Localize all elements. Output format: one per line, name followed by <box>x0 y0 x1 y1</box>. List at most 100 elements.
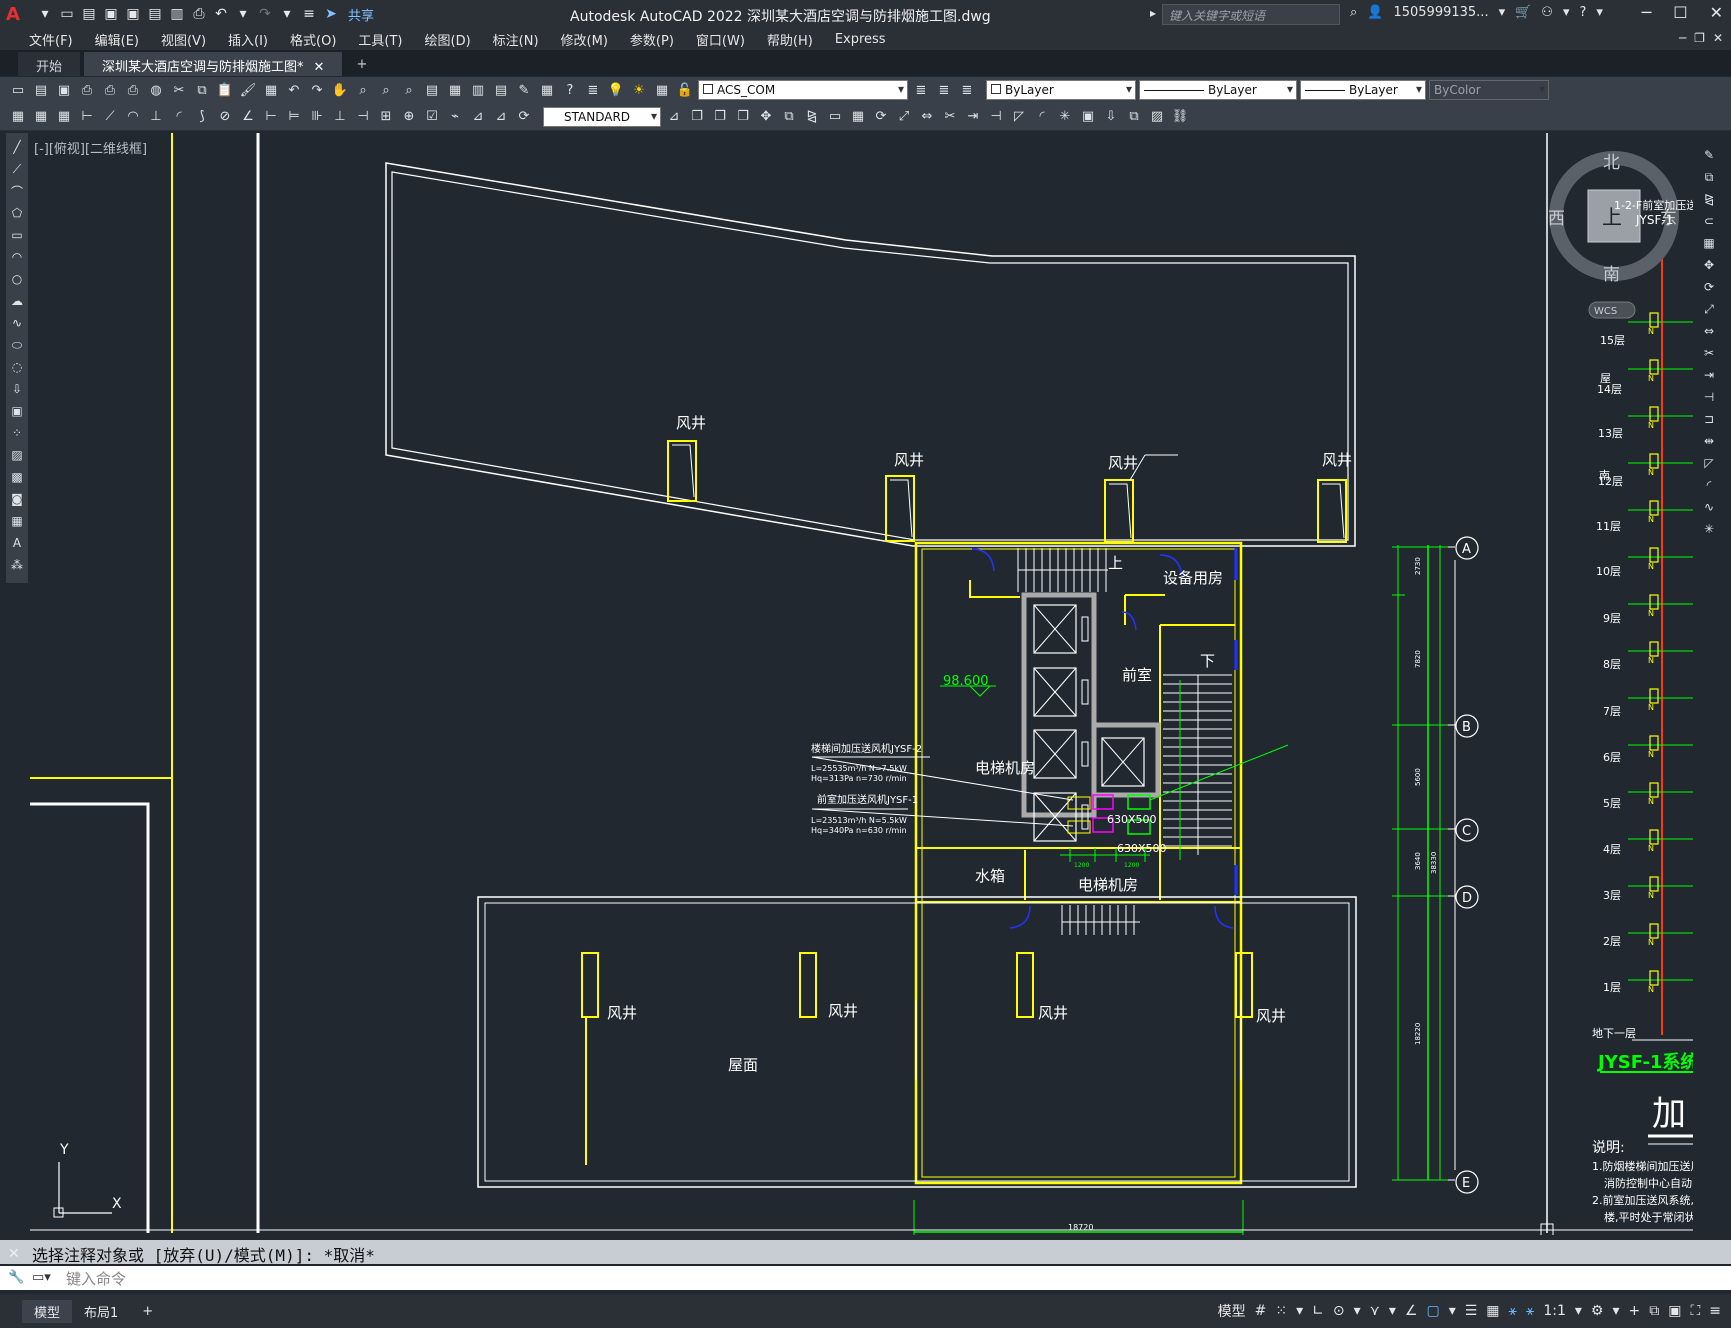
add-layout-icon[interactable]: + <box>130 1302 165 1321</box>
break-icon[interactable]: ⊐ <box>1699 409 1719 429</box>
markup-icon[interactable]: ✎ <box>514 80 534 100</box>
redo-icon[interactable]: ↷ <box>256 5 274 23</box>
menu-item-5[interactable]: 工具(T) <box>347 30 413 49</box>
hyperlink-icon[interactable]: ⛓ <box>1170 107 1190 127</box>
chevron-down-icon[interactable]: ▾ <box>1563 5 1570 20</box>
plotstyle-dropdown[interactable]: ByColor <box>1429 80 1549 100</box>
gear-icon[interactable]: ⚙ <box>1591 1303 1604 1319</box>
undo-icon[interactable]: ↶ <box>284 80 304 100</box>
auto-scale-icon[interactable]: ⚹ <box>1526 1303 1534 1319</box>
offset-icon[interactable]: ▭ <box>825 107 845 127</box>
3d-print-icon[interactable]: ◍ <box>146 80 166 100</box>
doc-minimize-icon[interactable]: ─ <box>1679 31 1686 45</box>
freeze-viewport-icon[interactable]: ▦ <box>652 80 672 100</box>
layer-dropdown[interactable]: ACS_COM <box>698 80 908 100</box>
menu-item-12[interactable]: Express <box>824 32 897 47</box>
model-space-button[interactable]: 模型 <box>1218 1301 1246 1321</box>
make-current-layer-icon[interactable]: ≣ <box>911 80 931 100</box>
menu-item-10[interactable]: 窗口(W) <box>685 30 756 49</box>
diameter-dim-icon[interactable]: ⊘ <box>215 107 235 127</box>
table-icon[interactable]: ▦ <box>8 511 26 531</box>
explode-icon[interactable]: ✳ <box>1055 107 1075 127</box>
jogged-dim-icon[interactable]: ⟆ <box>192 107 212 127</box>
osnap-icon[interactable]: ▢ <box>1426 1303 1439 1319</box>
trim-icon[interactable]: ✂ <box>940 107 960 127</box>
close-icon[interactable]: ✕ <box>314 60 325 75</box>
menu-item-3[interactable]: 插入(I) <box>217 30 279 49</box>
construction-line-icon[interactable]: ⟋ <box>8 159 26 179</box>
fillet-icon[interactable]: ◜ <box>1699 475 1719 495</box>
copy-obj-icon[interactable]: ⧉ <box>779 107 799 127</box>
dim-update-icon[interactable]: ⟳ <box>514 107 534 127</box>
image-icon[interactable]: ▨ <box>1147 107 1167 127</box>
publish-icon[interactable]: ⎙ <box>123 80 143 100</box>
ortho-icon[interactable]: ∟ <box>1312 1303 1324 1319</box>
chevron-down-icon[interactable]: ▾ <box>36 5 54 23</box>
layer-properties-icon[interactable]: ≣ <box>583 80 603 100</box>
layer-state-icon[interactable]: ≣ <box>957 80 977 100</box>
view-cube-icon[interactable]: ❐ <box>687 107 707 127</box>
extend-icon[interactable]: ⇥ <box>963 107 983 127</box>
menu-item-4[interactable]: 格式(O) <box>279 30 347 49</box>
properties-icon[interactable]: ▤ <box>422 80 442 100</box>
polygon-icon[interactable]: ⬠ <box>8 203 26 223</box>
dim-text-edit-icon[interactable]: ⊿ <box>491 107 511 127</box>
tab-start[interactable]: 开始 <box>18 52 81 76</box>
radius-dim-icon[interactable]: ◜ <box>169 107 189 127</box>
mirror-icon[interactable]: ⧎ <box>802 107 822 127</box>
save-icon[interactable]: ▣ <box>102 5 120 23</box>
array-icon[interactable]: ▦ <box>1699 233 1719 253</box>
dim-space-icon[interactable]: ⊥ <box>330 107 350 127</box>
ordinate-dim-icon[interactable]: ⊥ <box>146 107 166 127</box>
zoom-previous-icon[interactable]: ⌕ <box>399 80 419 100</box>
mirror-icon[interactable]: ⧎ <box>1699 189 1719 209</box>
share-icon[interactable]: ➤ <box>322 5 340 23</box>
stretch-icon[interactable]: ⇔ <box>1699 321 1719 341</box>
plot-icon[interactable]: ⎙ <box>77 80 97 100</box>
join-icon[interactable]: ⇹ <box>1699 431 1719 451</box>
rotate-icon[interactable]: ⟳ <box>871 107 891 127</box>
customize-qat-icon[interactable]: ≡ <box>300 5 318 23</box>
autocad-logo-icon[interactable]: A <box>6 4 32 25</box>
close-icon[interactable]: ✕ <box>8 1246 20 1262</box>
lineweight-icon[interactable]: ☰ <box>1465 1303 1478 1319</box>
scale-icon[interactable]: ⤢ <box>894 107 914 127</box>
grid-icon[interactable]: # <box>1255 1303 1267 1319</box>
chamfer-icon[interactable]: ◸ <box>1699 453 1719 473</box>
break-point-icon[interactable]: ⊣ <box>1699 387 1719 407</box>
light-bulb-icon[interactable]: 💡 <box>606 80 626 100</box>
line-icon[interactable]: ╱ <box>8 137 26 157</box>
paste-icon[interactable]: 📋 <box>215 80 235 100</box>
menu-item-1[interactable]: 编辑(E) <box>84 30 150 49</box>
new-tab-icon[interactable]: + <box>346 53 377 76</box>
help-icon[interactable]: ? <box>1579 5 1586 20</box>
cart-icon[interactable]: 🛒 <box>1515 5 1531 20</box>
angular-dim-icon[interactable]: ∠ <box>238 107 258 127</box>
dim-break-icon[interactable]: ⊣ <box>353 107 373 127</box>
lineweight-dropdown[interactable]: ByLayer <box>1300 80 1426 100</box>
ellipse-icon[interactable]: ⬭ <box>8 335 26 355</box>
arc-length-icon[interactable]: ◠ <box>123 107 143 127</box>
user-name[interactable]: 1505999135... <box>1393 5 1488 20</box>
block-icon[interactable]: ▣ <box>1078 107 1098 127</box>
tool-palettes-icon[interactable]: ▥ <box>468 80 488 100</box>
rectangle-icon[interactable]: ▭ <box>8 225 26 245</box>
chevron-right-icon[interactable]: ▸ <box>1150 6 1156 20</box>
clean-screen-icon[interactable]: ⛶ <box>1690 1303 1700 1319</box>
transparency-icon[interactable]: ▦ <box>1486 1303 1499 1319</box>
move-icon[interactable]: ✥ <box>756 107 776 127</box>
new-file-icon[interactable]: ▭ <box>58 5 76 23</box>
help-icon[interactable]: ? <box>560 80 580 100</box>
new-icon[interactable]: ▭ <box>8 80 28 100</box>
region-icon[interactable]: ◙ <box>8 489 26 509</box>
cut-icon[interactable]: ✂ <box>169 80 189 100</box>
customization-icon[interactable]: ≡ <box>1709 1303 1721 1319</box>
offset-icon[interactable]: ⊂ <box>1699 211 1719 231</box>
chevron-down-icon[interactable]: ▾ <box>1499 5 1506 20</box>
search-icon[interactable]: ⌕ <box>1350 5 1357 20</box>
tab-model[interactable]: 模型 <box>22 1299 73 1323</box>
dim-style-icon[interactable]: ⊿ <box>664 107 684 127</box>
minimize-icon[interactable]: ─ <box>1642 3 1652 22</box>
insert-block-icon[interactable]: ⇩ <box>8 379 26 399</box>
ellipse-arc-icon[interactable]: ◌ <box>8 357 26 377</box>
